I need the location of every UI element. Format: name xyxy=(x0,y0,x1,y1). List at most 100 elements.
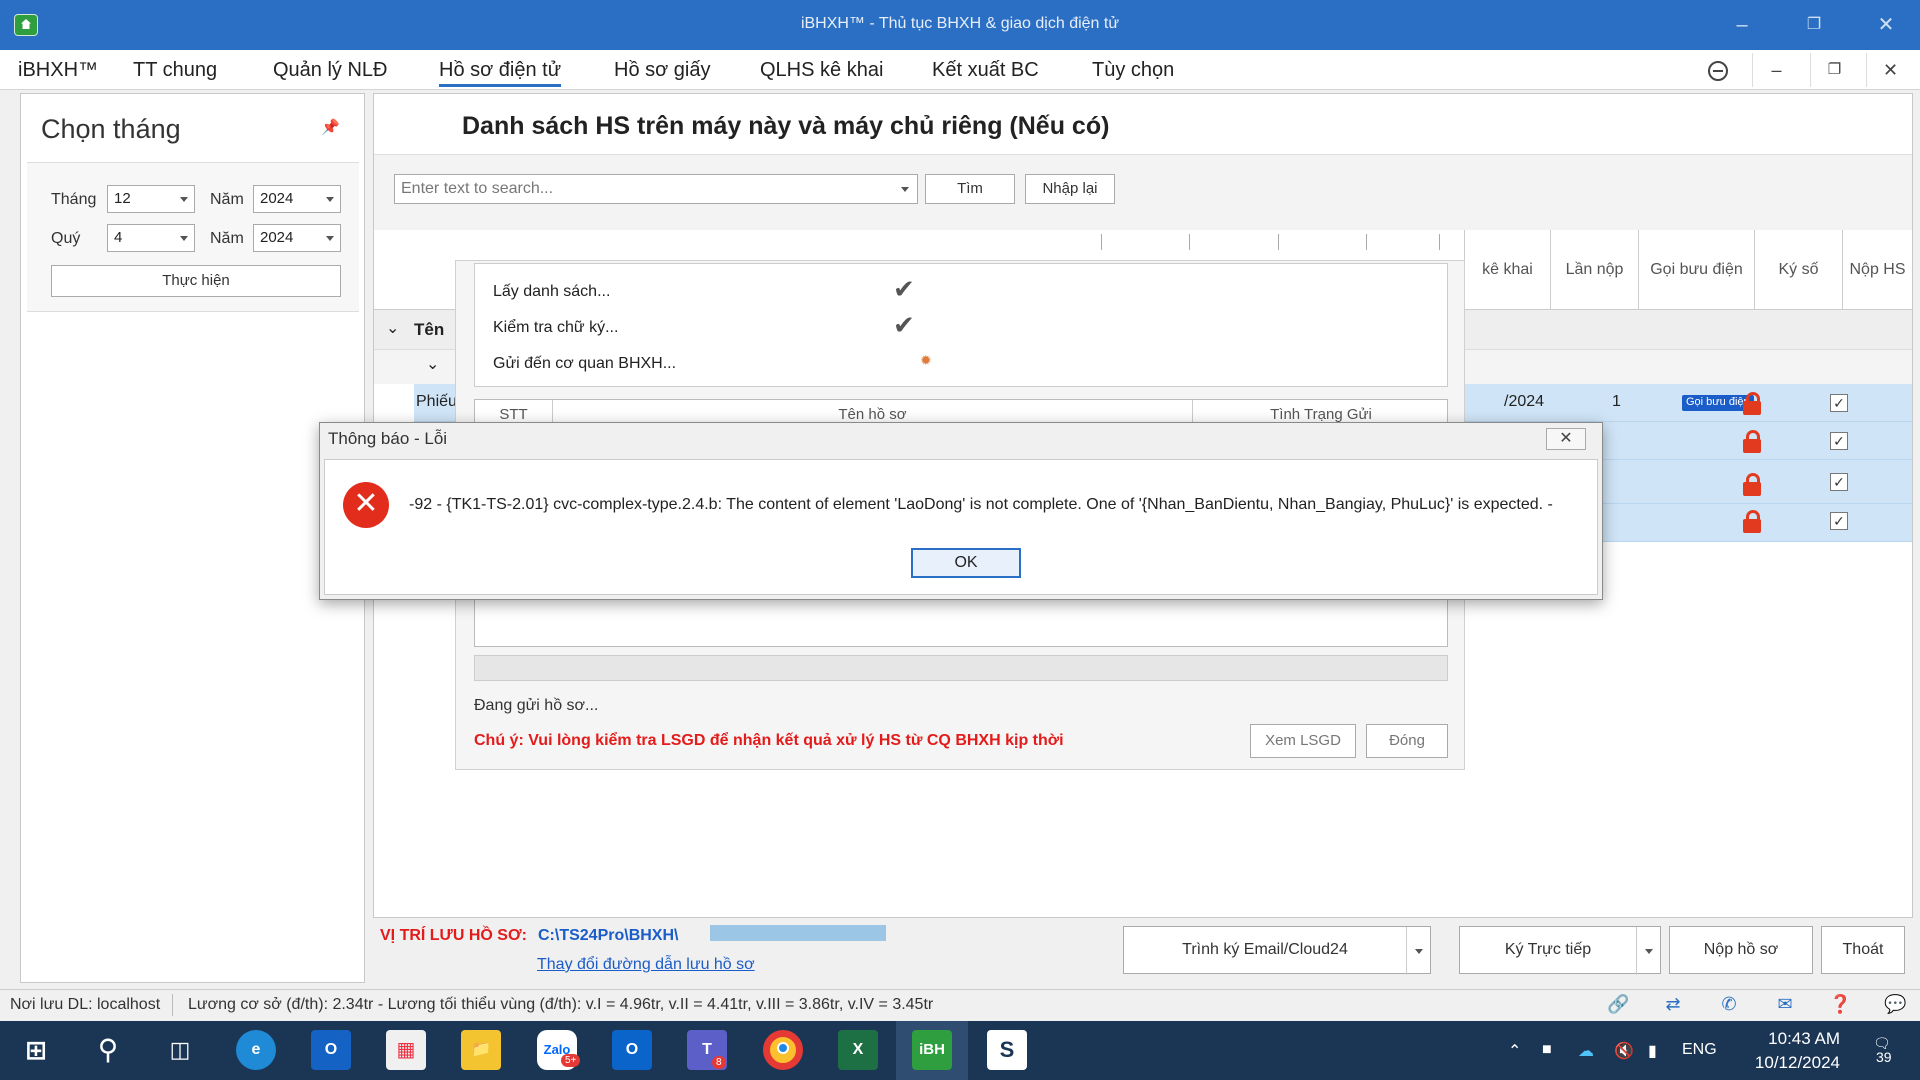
month-value: 12 xyxy=(114,190,131,207)
panel-title: Chọn tháng xyxy=(41,114,181,144)
language-indicator[interactable]: ENG xyxy=(1682,1041,1717,1059)
link-icon[interactable]: 🔗 xyxy=(1607,994,1629,1016)
teams-badge: 8 xyxy=(712,1056,726,1069)
chevron-down-icon xyxy=(180,236,188,241)
menu-ket-xuat-bc[interactable]: Kết xuất BC xyxy=(932,59,1039,82)
clock[interactable]: 10:43 AM 10/12/2024 xyxy=(1755,1027,1840,1075)
column-ke-khai[interactable]: kê khai xyxy=(1464,230,1550,310)
lock-icon[interactable] xyxy=(1743,430,1761,453)
run-button[interactable]: Thực hiện xyxy=(51,265,341,297)
sign-direct-button[interactable]: Ký Trực tiếp xyxy=(1459,926,1662,975)
chevron-down-icon[interactable] xyxy=(1406,927,1432,975)
network-icon[interactable]: ■ xyxy=(1542,1041,1552,1059)
store-icon[interactable]: ▦ xyxy=(386,1030,426,1070)
warning-text: Chú ý: Vui lòng kiểm tra LSGD để nhận kế… xyxy=(474,732,1064,749)
submit-checkbox[interactable]: ✓ xyxy=(1830,394,1848,412)
page-title: Danh sách HS trên máy này và máy chủ riê… xyxy=(462,112,1110,140)
progress-bar xyxy=(474,655,1448,681)
edge-icon[interactable]: e xyxy=(236,1030,276,1070)
menu-tt-chung[interactable]: TT chung xyxy=(133,59,217,82)
close-button[interactable]: ✕ xyxy=(1866,10,1906,40)
outlook-new-icon[interactable]: O xyxy=(311,1030,351,1070)
exit-button[interactable]: Thoát xyxy=(1821,926,1905,974)
collapse-ribbon-button[interactable] xyxy=(1694,53,1742,87)
step-verify-signature: Kiểm tra chữ ký... xyxy=(493,319,619,336)
menu-tuy-chon[interactable]: Tùy chọn xyxy=(1092,59,1174,82)
chat-icon[interactable]: 💬 xyxy=(1884,994,1906,1016)
lock-icon[interactable] xyxy=(1743,392,1761,415)
restore-button[interactable]: ❐ xyxy=(1794,10,1834,40)
menu-ho-so-dien-tu[interactable]: Hồ sơ điện tử xyxy=(439,59,562,87)
mail-icon[interactable]: ✉ xyxy=(1774,994,1796,1016)
change-save-path-link[interactable]: Thay đổi đường dẫn lưu hồ sơ xyxy=(537,956,755,974)
shield-app-icon[interactable]: S xyxy=(987,1030,1027,1070)
search-icon[interactable]: ⚲ xyxy=(88,1030,128,1070)
quarter-select[interactable]: 4 xyxy=(107,224,195,252)
ok-button[interactable]: OK xyxy=(911,548,1021,578)
column-ky-so[interactable]: Ký số xyxy=(1754,230,1842,310)
help-icon[interactable]: ❓ xyxy=(1829,994,1851,1016)
column-lan-nop[interactable]: Lần nộp xyxy=(1550,230,1638,310)
inner-minimize-button[interactable]: – xyxy=(1752,53,1800,87)
outlook-icon[interactable]: O xyxy=(612,1030,652,1070)
column-nop-hs[interactable]: Nộp HS xyxy=(1842,230,1912,310)
sign-email-label: Trình ký Email/Cloud24 xyxy=(1182,941,1348,958)
minimize-button[interactable]: – xyxy=(1722,10,1762,40)
notification-center[interactable]: 🗨 39 xyxy=(1870,1035,1900,1065)
search-placeholder: Enter text to search... xyxy=(401,180,554,197)
ibhxh-app-icon[interactable]: iBH xyxy=(912,1030,952,1070)
windows-start-icon[interactable]: ⊞ xyxy=(16,1030,56,1070)
dialog-close-button[interactable]: ✕ xyxy=(1546,428,1586,450)
month-label: Tháng xyxy=(51,191,97,208)
zalo-badge: 5+ xyxy=(561,1054,581,1067)
status-bar: Nơi lưu DL: localhost Lương cơ sở (đ/th)… xyxy=(0,989,1920,1021)
menu-ibhxh[interactable]: iBHXH™ xyxy=(18,59,98,82)
year2-select[interactable]: 2024 xyxy=(253,224,341,252)
chevron-down-icon[interactable] xyxy=(1636,927,1662,975)
submit-file-button[interactable]: Nộp hồ sơ xyxy=(1669,926,1813,974)
phone-icon[interactable]: ✆ xyxy=(1718,994,1740,1016)
chevron-down-icon xyxy=(326,197,334,202)
lock-icon[interactable] xyxy=(1743,510,1761,533)
speaker-muted-icon[interactable]: 🔇 xyxy=(1614,1041,1634,1061)
save-location-path: C:\TS24Pro\BHXH\ xyxy=(538,927,679,944)
inner-restore-button[interactable]: ❐ xyxy=(1810,53,1858,87)
pin-icon[interactable]: 📌 xyxy=(321,118,340,136)
year2-label: Năm xyxy=(210,230,244,247)
file-explorer-icon[interactable]: 📁 xyxy=(461,1030,501,1070)
chevron-down-icon[interactable]: ⌄ xyxy=(426,354,439,374)
search-bar: Enter text to search... Tìm Nhập lại xyxy=(374,154,1912,230)
sign-direct-label: Ký Trực tiếp xyxy=(1504,941,1592,958)
column-goi-buu-dien[interactable]: Gọi bưu điện xyxy=(1638,230,1754,310)
task-view-icon[interactable]: ◫ xyxy=(160,1030,200,1070)
view-history-button[interactable]: Xem LSGD xyxy=(1250,724,1356,758)
quarter-label: Quý xyxy=(51,230,81,247)
chevron-down-icon xyxy=(180,197,188,202)
year-select[interactable]: 2024 xyxy=(253,185,341,213)
submit-checkbox[interactable]: ✓ xyxy=(1830,512,1848,530)
close-panel-button[interactable]: Đóng xyxy=(1366,724,1448,758)
battery-icon[interactable]: ▮ xyxy=(1648,1041,1657,1061)
sync-icon[interactable]: ⇄ xyxy=(1662,994,1684,1016)
lock-icon[interactable] xyxy=(1743,473,1761,496)
taskbar: ⊞ ⚲ ◫ e O ▦ 📁 Zalo 5+ O T 8 X iBH S ⌃ ■ … xyxy=(0,1021,1920,1080)
menu-ho-so-giay[interactable]: Hồ sơ giấy xyxy=(614,59,710,82)
search-input[interactable]: Enter text to search... xyxy=(394,174,918,204)
step-get-list: Lấy danh sách... xyxy=(493,283,611,300)
row-period: /2024 xyxy=(1504,393,1545,410)
chevron-up-icon[interactable]: ⌃ xyxy=(1508,1041,1521,1061)
cloud-icon[interactable]: ☁ xyxy=(1578,1041,1594,1061)
menu-quan-ly-nld[interactable]: Quản lý NLĐ xyxy=(273,59,388,82)
submit-checkbox[interactable]: ✓ xyxy=(1830,473,1848,491)
month-select[interactable]: 12 xyxy=(107,185,195,213)
sign-email-cloud-button[interactable]: Trình ký Email/Cloud24 xyxy=(1123,926,1432,975)
chrome-icon[interactable] xyxy=(763,1030,803,1070)
excel-icon[interactable]: X xyxy=(838,1030,878,1070)
chevron-down-icon[interactable]: ⌄ xyxy=(386,318,399,338)
inner-close-button[interactable]: ✕ xyxy=(1866,53,1914,87)
row-submit-count: 1 xyxy=(1612,393,1621,410)
submit-checkbox[interactable]: ✓ xyxy=(1830,432,1848,450)
menu-qlhs-ke-khai[interactable]: QLHS kê khai xyxy=(760,59,883,82)
search-button[interactable]: Tìm xyxy=(925,174,1015,204)
reset-button[interactable]: Nhập lại xyxy=(1025,174,1115,204)
